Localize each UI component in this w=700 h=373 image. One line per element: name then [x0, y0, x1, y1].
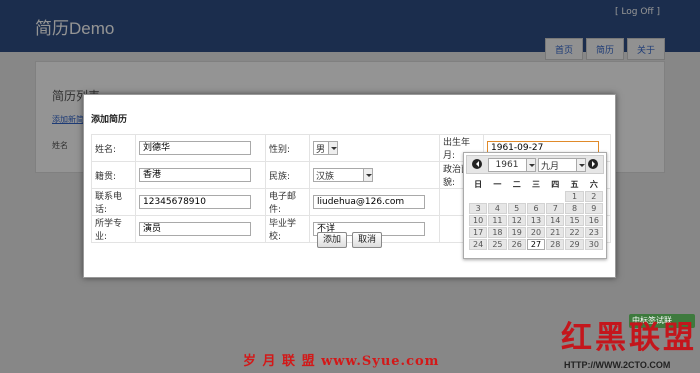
- calendar-empty-cell: [527, 191, 545, 202]
- weekday-header: 日: [474, 179, 483, 189]
- next-month-icon[interactable]: [588, 159, 598, 169]
- gender-value: 男: [316, 144, 326, 155]
- calendar-day[interactable]: 7: [546, 203, 565, 214]
- email-label: 电子邮件:: [265, 188, 310, 216]
- calendar-day[interactable]: 10: [469, 215, 488, 226]
- weekday-header: 三: [531, 179, 540, 189]
- email-input[interactable]: liudehua@126.com: [313, 195, 425, 209]
- calendar-day[interactable]: 22: [565, 227, 584, 238]
- calendar-day[interactable]: 25: [488, 239, 507, 250]
- ethnicity-label: 民族:: [265, 161, 310, 189]
- calendar-week: 12: [469, 191, 603, 202]
- origin-input[interactable]: 香港: [139, 168, 251, 182]
- gender-label: 性别:: [265, 134, 310, 162]
- calendar-day[interactable]: 4: [488, 203, 507, 214]
- phone-input[interactable]: 12345678910: [139, 195, 251, 209]
- add-button[interactable]: 添加: [317, 232, 348, 248]
- cancel-button[interactable]: 取消: [351, 232, 382, 248]
- year-select[interactable]: 1961: [488, 158, 536, 172]
- chevron-down-icon: [576, 159, 585, 171]
- calendar-day[interactable]: 2: [584, 191, 603, 202]
- calendar-week: 3456789: [469, 203, 603, 214]
- weekday-header: 六: [589, 179, 598, 189]
- calendar-day[interactable]: 28: [546, 239, 565, 250]
- name-input[interactable]: 刘德华: [139, 141, 251, 155]
- phone-label: 联系电话:: [91, 188, 136, 216]
- calendar-day[interactable]: 26: [507, 239, 526, 250]
- weekday-header: 五: [570, 179, 579, 189]
- calendar-day[interactable]: 23: [584, 227, 603, 238]
- watermark-2cto: 红黑联盟: [561, 320, 697, 356]
- calendar-day[interactable]: 11: [488, 215, 507, 226]
- calendar-empty-cell: [546, 191, 564, 202]
- calendar-day[interactable]: 5: [507, 203, 526, 214]
- calendar-day[interactable]: 29: [565, 239, 584, 250]
- calendar-empty-cell: [488, 191, 506, 202]
- calendar-day[interactable]: 16: [584, 215, 603, 226]
- calendar-day[interactable]: 17: [469, 227, 488, 238]
- year-value: 1961: [495, 160, 519, 170]
- calendar-day[interactable]: 30: [584, 239, 603, 250]
- calendar-day[interactable]: 1: [565, 191, 584, 202]
- calendar-day[interactable]: 18: [488, 227, 507, 238]
- calendar-day[interactable]: 13: [526, 215, 546, 226]
- watermark-2cto-url: HTTP://WWW.2CTO.COM: [564, 360, 671, 370]
- calendar-day[interactable]: 24: [469, 239, 488, 250]
- weekday-header: 一: [493, 179, 502, 189]
- calendar-empty-cell: [469, 191, 487, 202]
- calendar-day[interactable]: 20: [526, 227, 546, 238]
- calendar-day[interactable]: 12: [507, 215, 526, 226]
- calendar-day[interactable]: 3: [469, 203, 488, 214]
- weekday-header: 二: [512, 179, 521, 189]
- calendar-day[interactable]: 6: [526, 203, 546, 214]
- name-label: 姓名:: [91, 134, 136, 162]
- watermark-syue: 岁 月 联 盟 www.Syue.com: [243, 354, 440, 369]
- calendar-empty-cell: [508, 191, 526, 202]
- calendar-week: 10 11 12 13 14 15 16: [469, 215, 603, 226]
- calendar-day[interactable]: 8: [565, 203, 584, 214]
- calendar-day[interactable]: 21: [546, 227, 565, 238]
- chevron-down-icon: [363, 169, 372, 181]
- weekday-header: 四: [551, 179, 560, 189]
- calendar-day[interactable]: 27: [526, 239, 546, 250]
- dialog-title: 添加简历: [91, 115, 128, 125]
- origin-label: 籍贯:: [91, 161, 136, 189]
- calendar-day[interactable]: 15: [565, 215, 584, 226]
- chevron-down-icon: [328, 142, 338, 154]
- month-value: 九月: [541, 161, 560, 172]
- month-select[interactable]: 九月: [538, 158, 586, 172]
- calendar-grid: 日一二三四五六 1 2 3 4 5 6 7 8 9 10 11 12 13 14 15 16 17 18 19 20 2…: [468, 177, 604, 251]
- calendar-day[interactable]: 14: [546, 215, 565, 226]
- calendar-day[interactable]: 19: [507, 227, 526, 238]
- ethnicity-select[interactable]: 汉族: [313, 168, 373, 182]
- gender-select[interactable]: 男: [313, 141, 339, 155]
- calendar-week: 17 18 19 20 21 22 23: [469, 227, 603, 238]
- ethnicity-value: 汉族: [316, 171, 335, 182]
- prev-month-icon[interactable]: [472, 159, 482, 169]
- calendar-week: 24 25 26 27 28 29 30: [469, 239, 603, 250]
- datepicker: 1961 九月 日一二三四五六 1 2 3 4 5 6 7 8 9 10 11 12 13 14 15 16 1…: [463, 152, 607, 259]
- datepicker-header: 1961 九月: [466, 155, 604, 174]
- calendar-day[interactable]: 9: [584, 203, 603, 214]
- chevron-down-icon: [526, 159, 535, 171]
